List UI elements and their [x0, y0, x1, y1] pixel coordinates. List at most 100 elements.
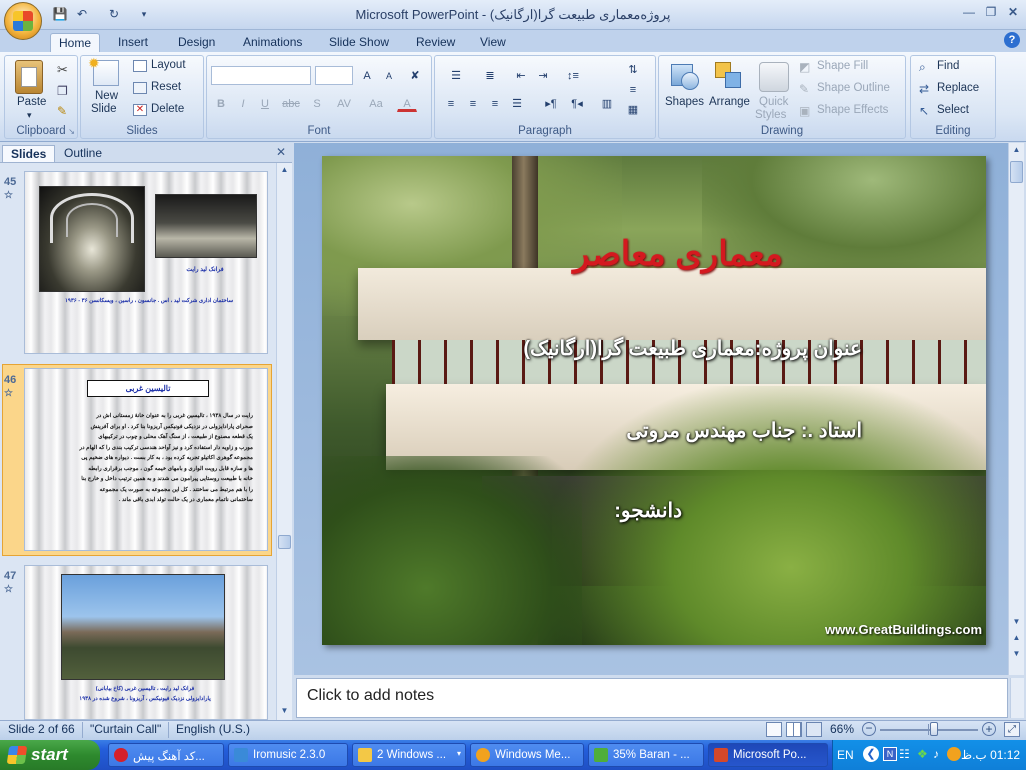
tab-slides-pane[interactable]: Slides — [2, 145, 56, 162]
current-slide[interactable]: معماری معاصر عنوان پروژه:معماری طبیعت گر… — [322, 156, 986, 645]
copy-icon[interactable]: ❐ — [57, 84, 68, 98]
zoom-out-icon[interactable]: − — [862, 722, 876, 736]
close-icon[interactable]: ✕ — [1002, 5, 1024, 21]
delete-button[interactable]: Delete — [151, 103, 184, 115]
italic-button[interactable]: I — [233, 94, 253, 112]
new-slide-label-1[interactable]: New — [95, 90, 118, 102]
columns-icon[interactable]: ▥ — [595, 94, 619, 112]
slide-scrollbar[interactable]: ▲ ▼ ▲ ▼ — [1008, 143, 1024, 675]
shrink-font-button[interactable]: A — [379, 66, 399, 84]
replace-button[interactable]: Replace — [937, 82, 979, 94]
bullets-icon[interactable]: ☰ — [441, 66, 471, 84]
language-indicator[interactable]: English (U.S.) — [176, 722, 250, 736]
tab-review[interactable]: Review — [408, 33, 463, 52]
fit-to-window-icon[interactable]: ⤢ — [1004, 722, 1020, 737]
previous-slide-icon[interactable]: ▲ — [1011, 633, 1022, 645]
taskbar-item-active[interactable]: Microsoft Po... — [708, 743, 828, 767]
notes-scrollbar[interactable] — [1010, 678, 1024, 718]
layout-button[interactable]: Layout — [151, 59, 186, 71]
font-color-button[interactable]: A — [397, 94, 417, 112]
scroll-up-icon[interactable]: ▲ — [279, 165, 290, 177]
character-spacing-button[interactable]: AV — [331, 94, 357, 112]
restore-icon[interactable]: ❐ — [980, 5, 1002, 21]
normal-view-icon[interactable] — [766, 722, 782, 737]
increase-indent-icon[interactable]: ⇥ — [533, 66, 553, 84]
scroll-down-icon[interactable]: ▼ — [1011, 617, 1022, 629]
tab-insert[interactable]: Insert — [110, 33, 156, 52]
change-case-button[interactable]: Aa — [363, 94, 389, 112]
shape-fill-button[interactable]: Shape Fill — [817, 60, 868, 72]
network-icon[interactable]: ☷ — [899, 747, 910, 761]
taskbar-item[interactable]: کد آهنگ پیش... — [108, 743, 224, 767]
minimize-icon[interactable]: — — [958, 5, 980, 21]
dialog-launcher-icon[interactable]: ↘ — [68, 127, 75, 136]
new-slide-label-2[interactable]: Slide — [91, 103, 117, 115]
text-direction-icon[interactable]: ⇅ — [623, 60, 643, 78]
office-button[interactable] — [4, 2, 42, 40]
decrease-indent-icon[interactable]: ⇤ — [511, 66, 531, 84]
tab-slide-show[interactable]: Slide Show — [321, 33, 397, 52]
scroll-down-icon[interactable]: ▼ — [279, 706, 290, 718]
line-spacing-icon[interactable]: ↕≡ — [559, 66, 587, 84]
shape-fill-icon[interactable]: ◩ — [799, 60, 810, 74]
new-slide-icon[interactable]: ✹ — [88, 55, 119, 86]
delete-icon[interactable]: ✕ — [133, 104, 147, 116]
next-slide-icon[interactable]: ▼ — [1011, 649, 1022, 661]
slide-thumbnail-45[interactable]: فرانک لید رایت ساختمان اداری شرکت لید ، … — [24, 171, 268, 354]
shapes-button[interactable]: Shapes — [665, 96, 704, 108]
notes-pane[interactable]: Click to add notes — [296, 678, 1008, 718]
justify-icon[interactable]: ☰ — [507, 94, 527, 112]
zoom-slider-thumb[interactable] — [929, 722, 938, 736]
replace-icon[interactable]: ⇄ — [919, 82, 929, 96]
rtl-icon[interactable]: ¶◂ — [565, 94, 589, 112]
tab-home[interactable]: Home — [50, 33, 101, 52]
taskbar-item[interactable]: 35% Baran - ... — [588, 743, 704, 767]
slides-pane-scrollbar[interactable]: ▲ ▼ — [276, 163, 292, 720]
slide-thumbnail-46[interactable]: تالیسین غربی رایت در سال ۱۹۳۸ ، تالیسین … — [24, 368, 268, 551]
taskbar-item[interactable]: 2 Windows ... ▾ — [352, 743, 466, 767]
taskbar-item[interactable]: Windows Me... — [470, 743, 584, 767]
find-icon[interactable]: ⌕ — [919, 60, 926, 75]
select-button[interactable]: Select — [937, 104, 969, 116]
close-pane-icon[interactable]: ✕ — [276, 145, 286, 159]
speaker-icon[interactable]: ♪ — [933, 747, 939, 761]
quick-styles-label-1[interactable]: Quick — [759, 96, 788, 108]
underline-button[interactable]: U — [255, 94, 275, 112]
slide-sorter-icon[interactable] — [786, 722, 802, 737]
language-bar[interactable]: EN — [837, 748, 854, 762]
bold-button[interactable]: B — [211, 94, 231, 112]
reset-button[interactable]: Reset — [151, 81, 181, 93]
ltr-icon[interactable]: ▸¶ — [539, 94, 563, 112]
numbering-icon[interactable]: ≣ — [475, 66, 505, 84]
tab-design[interactable]: Design — [170, 33, 223, 52]
grow-font-button[interactable]: A — [357, 66, 377, 84]
smartart-icon[interactable]: ▦ — [623, 100, 643, 118]
cut-icon[interactable]: ✂ — [57, 62, 68, 78]
zoom-in-icon[interactable]: + — [982, 722, 996, 736]
find-button[interactable]: Find — [937, 60, 959, 72]
format-painter-icon[interactable]: ✎ — [57, 104, 67, 118]
clear-formatting-icon[interactable]: ✘ — [405, 66, 425, 84]
tab-view[interactable]: View — [472, 33, 514, 52]
taskbar-item[interactable]: Iromusic 2.3.0 — [228, 743, 348, 767]
shapes-icon[interactable] — [669, 62, 701, 94]
media-tray-icon[interactable] — [947, 747, 961, 761]
align-right-icon[interactable]: ≡ — [485, 94, 505, 112]
align-text-icon[interactable]: ≡ — [623, 80, 643, 98]
tab-animations[interactable]: Animations — [235, 33, 310, 52]
shape-outline-button[interactable]: Shape Outline — [817, 82, 890, 94]
paste-icon[interactable] — [15, 60, 43, 94]
help-icon[interactable]: ? — [1004, 32, 1020, 48]
reset-icon[interactable] — [133, 82, 147, 94]
font-name-input[interactable] — [211, 66, 311, 85]
paste-dropdown-icon[interactable]: ▾ — [27, 110, 32, 121]
quick-styles-icon[interactable] — [759, 62, 789, 92]
shape-effects-icon[interactable]: ▣ — [799, 104, 810, 118]
scroll-thumb[interactable] — [278, 535, 291, 549]
antivirus-icon[interactable]: ❖ — [917, 747, 928, 761]
shape-outline-icon[interactable]: ✎ — [799, 82, 809, 96]
start-button[interactable]: start — [0, 740, 100, 770]
tray-n-icon[interactable]: N — [883, 747, 897, 761]
align-center-icon[interactable]: ≡ — [463, 94, 483, 112]
scroll-thumb[interactable] — [1010, 161, 1023, 183]
